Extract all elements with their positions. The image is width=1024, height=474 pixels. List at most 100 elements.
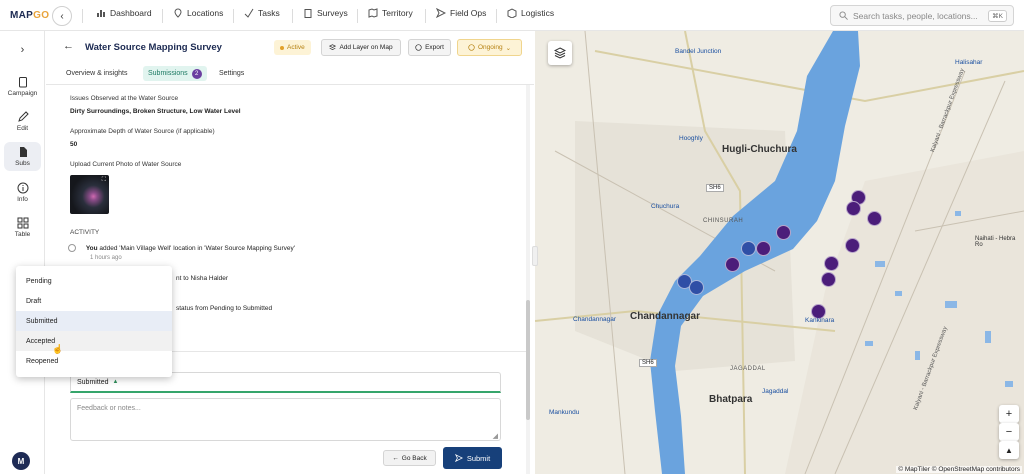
- map-marker[interactable]: [866, 210, 882, 226]
- feedback-textarea[interactable]: Feedback or notes... ◢: [70, 398, 501, 441]
- zoom-in-button[interactable]: +: [999, 405, 1019, 423]
- map-label: CHINSURAH: [703, 218, 744, 224]
- clock-icon: [468, 44, 475, 51]
- tab-settings[interactable]: Settings: [219, 66, 244, 81]
- clipboard-icon: [18, 77, 27, 88]
- map-marker[interactable]: [845, 200, 861, 216]
- map-label: Halisahar: [955, 59, 983, 66]
- export-button[interactable]: Export: [408, 39, 451, 56]
- submit-button[interactable]: Submit: [443, 447, 502, 469]
- app-logo[interactable]: MAPGO: [10, 10, 49, 21]
- map-attribution: © MapTiler © OpenStreetMap contributors: [896, 466, 1022, 473]
- dropdown-option-reopened[interactable]: Reopened: [16, 351, 172, 371]
- map-marker[interactable]: [724, 256, 740, 272]
- layers-icon: [329, 44, 337, 50]
- map-label: Chandannagar: [630, 311, 701, 322]
- dropdown-option-draft[interactable]: Draft: [16, 291, 172, 311]
- export-icon: [415, 44, 422, 51]
- map-label: Chuchura: [651, 203, 680, 210]
- field-label: Issues Observed at the Water Source: [70, 95, 179, 102]
- rail-item-subs[interactable]: Subs: [4, 142, 41, 171]
- nav-locations[interactable]: Locations: [173, 8, 223, 18]
- map-view[interactable]: Bandel Junction Hooghly Hugli-Chuchura C…: [535, 31, 1024, 474]
- map-label: Chandannagar: [573, 316, 617, 323]
- go-back-button[interactable]: ← Go Back: [383, 450, 436, 466]
- map-label: Hugli-Chuchura: [722, 144, 797, 155]
- map-marker[interactable]: [823, 255, 839, 271]
- map-label: Bandel Junction: [675, 48, 722, 55]
- file-icon: [19, 147, 27, 157]
- map-label: SH6: [639, 359, 657, 367]
- pin-icon: [174, 8, 182, 18]
- nav-dashboard[interactable]: Dashboard: [96, 8, 152, 18]
- map-label: Hooghly: [679, 135, 703, 142]
- dropdown-option-pending[interactable]: Pending: [16, 271, 172, 291]
- map-label: Mankundu: [549, 409, 580, 416]
- clipboard-icon: [304, 9, 312, 18]
- box-icon: [507, 8, 517, 18]
- compass-button[interactable]: ▲: [999, 441, 1019, 459]
- map-marker[interactable]: [844, 237, 860, 253]
- nav-surveys[interactable]: Surveys: [303, 8, 348, 18]
- rail-item-campaign[interactable]: Campaign: [4, 76, 41, 97]
- top-bar: MAPGO ‹ Dashboard Locations Tasks Survey…: [0, 0, 1024, 31]
- expand-rail-button[interactable]: ›: [4, 44, 41, 56]
- info-icon: [68, 244, 76, 252]
- search-icon: [839, 11, 848, 20]
- chevron-right-icon: ›: [20, 44, 25, 56]
- bar-chart-icon: [97, 10, 105, 17]
- rail-item-table[interactable]: Table: [4, 217, 41, 238]
- count-badge: 2: [191, 68, 202, 79]
- zoom-out-button[interactable]: −: [999, 423, 1019, 441]
- map-label: Kankinara: [805, 317, 835, 324]
- activity-item: status from Pending to Submitted: [176, 305, 273, 312]
- status-dot: [280, 45, 284, 50]
- nav-territory[interactable]: Territory: [368, 8, 413, 18]
- map-marker[interactable]: [688, 279, 704, 295]
- grid-icon: [17, 217, 28, 229]
- send-icon: [454, 454, 463, 462]
- field-label: Approximate Depth of Water Source (if ap…: [70, 128, 215, 135]
- mouse-cursor-icon: ☝: [52, 344, 64, 354]
- ongoing-dropdown[interactable]: Ongoing ⌄: [457, 39, 522, 56]
- check-icon: [244, 8, 254, 18]
- rail-item-edit[interactable]: Edit: [4, 111, 41, 132]
- compass-icon: ▲: [1005, 445, 1013, 455]
- edit-icon: [17, 111, 29, 122]
- tab-overview[interactable]: Overview & insights: [66, 66, 127, 81]
- map-label: Bhatpara: [709, 394, 753, 405]
- info-icon: [17, 182, 28, 194]
- dropdown-option-submitted[interactable]: Submitted: [16, 311, 172, 331]
- map-label: JAGADDAL: [730, 366, 766, 372]
- map-marker[interactable]: [740, 240, 756, 256]
- chevron-left-icon: ‹: [60, 10, 64, 22]
- map-marker[interactable]: [820, 271, 836, 287]
- global-search[interactable]: Search tasks, people, locations... ⌘K: [830, 5, 1014, 26]
- nav-field-ops[interactable]: Field Ops: [436, 8, 486, 18]
- expand-icon: ⛶: [101, 177, 106, 183]
- nav-logistics[interactable]: Logistics: [507, 8, 554, 18]
- field-value: 50: [70, 141, 78, 148]
- status-dropdown-menu: Pending Draft Submitted Accepted Reopene…: [16, 266, 172, 377]
- shortcut-hint: ⌘K: [988, 10, 1007, 22]
- photo-thumbnail[interactable]: ⛶: [70, 175, 109, 214]
- rail-item-info[interactable]: Info: [4, 182, 41, 203]
- map-marker[interactable]: [775, 224, 791, 240]
- search-input[interactable]: Search tasks, people, locations...: [853, 11, 978, 21]
- layers-icon: [554, 47, 566, 59]
- page-title: Water Source Mapping Survey: [85, 42, 222, 53]
- avatar[interactable]: M: [12, 452, 30, 470]
- panel-resize-handle[interactable]: [532, 246, 538, 266]
- field-label: Upload Current Photo of Water Source: [70, 161, 182, 168]
- left-rail: › Campaign Edit Subs Info Table: [0, 31, 45, 474]
- dropdown-option-accepted[interactable]: Accepted: [16, 331, 172, 351]
- send-icon: [436, 8, 446, 18]
- nav-tasks[interactable]: Tasks: [244, 8, 280, 18]
- scrollbar[interactable]: [526, 85, 530, 474]
- tab-submissions[interactable]: Submissions 2: [143, 66, 207, 81]
- back-circle-button[interactable]: ‹: [52, 6, 72, 26]
- layers-toggle-button[interactable]: [548, 41, 572, 65]
- back-arrow-icon[interactable]: ←: [63, 40, 74, 52]
- map-marker[interactable]: [755, 240, 771, 256]
- add-layer-button[interactable]: Add Layer on Map: [321, 39, 401, 56]
